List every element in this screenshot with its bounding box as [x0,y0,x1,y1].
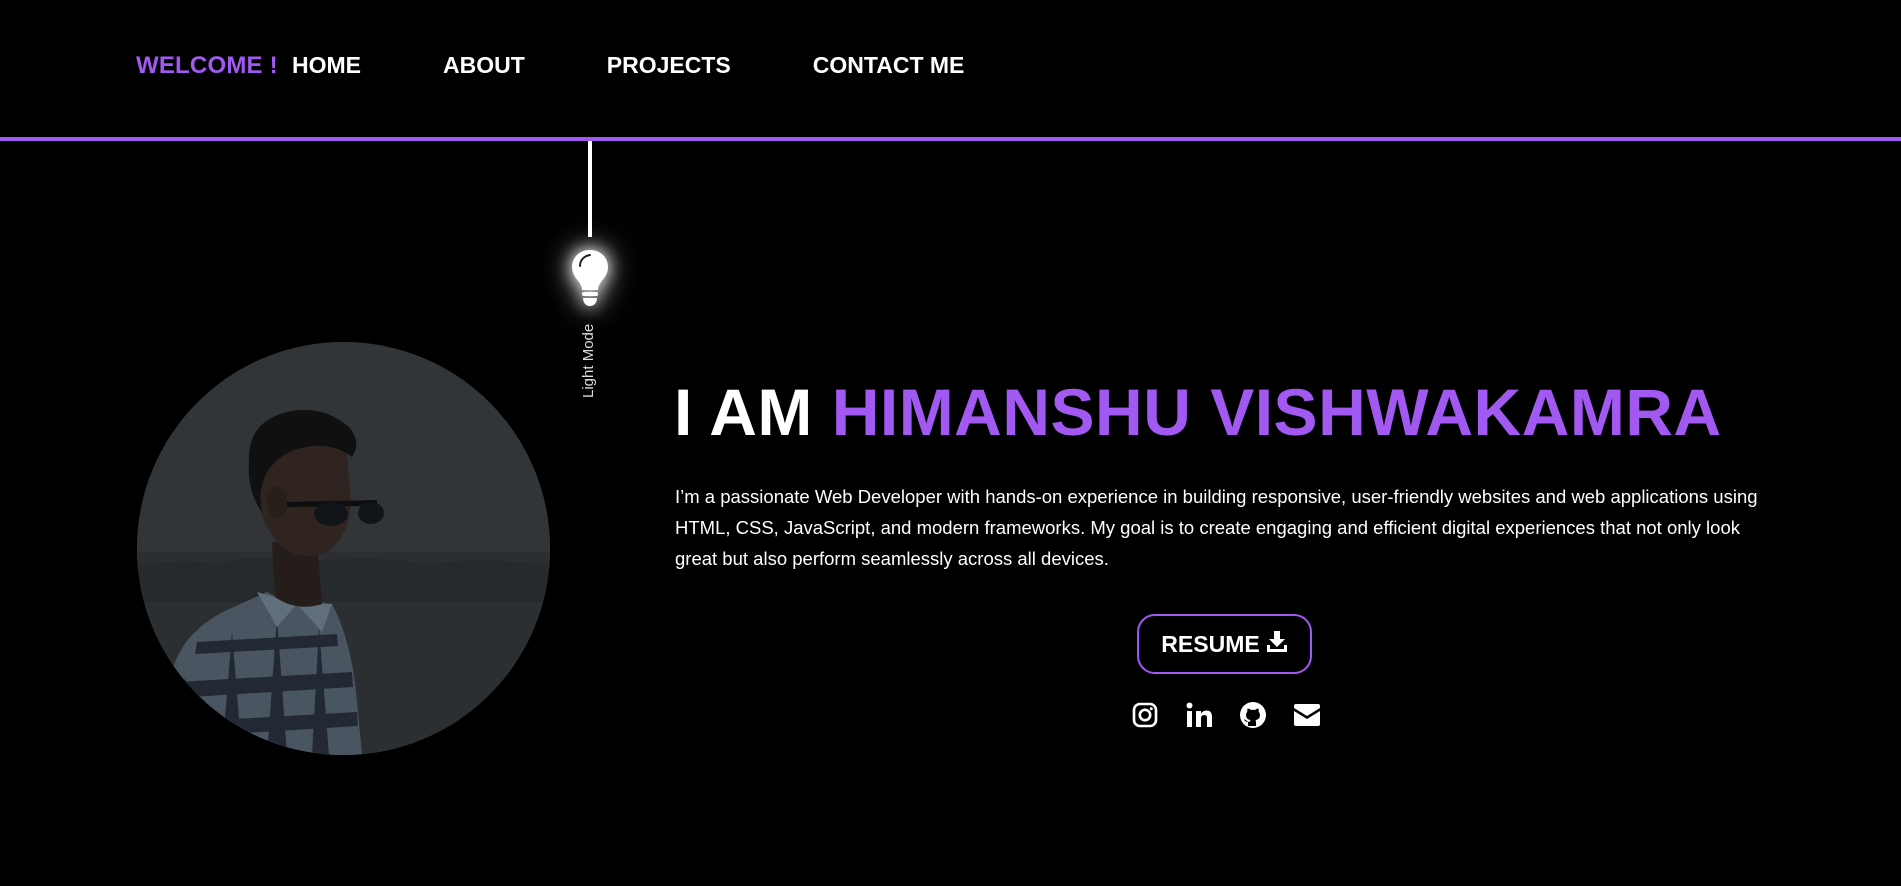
nav-links: HOME ABOUT PROJECTS CONTACT ME [292,52,964,79]
hero-title: I AM HIMANSHU VISHWAKAMRA [674,372,1722,452]
nav-link-about[interactable]: ABOUT [443,52,525,79]
hero-description: I’m a passionate Web Developer with hand… [675,486,1758,569]
navbar: WELCOME ! HOME ABOUT PROJECTS CONTACT ME [0,0,1901,139]
toggle-cord [588,141,592,237]
hero-title-prefix: I AM [674,375,832,449]
social-links [1130,700,1322,730]
profile-photo [137,342,550,755]
nav-link-home[interactable]: HOME [292,52,361,79]
nav-divider [0,137,1901,141]
instagram-icon[interactable] [1130,700,1160,730]
light-mode-label: Light Mode [580,323,597,398]
resume-download-button[interactable]: RESUME [1137,614,1312,674]
download-icon [1266,630,1288,658]
resume-label: RESUME [1161,630,1260,657]
linkedin-icon[interactable] [1184,700,1214,730]
github-icon[interactable] [1238,700,1268,730]
hero-title-name: HIMANSHU VISHWAKAMRA [831,375,1722,449]
nav-link-projects[interactable]: PROJECTS [607,52,731,79]
lightbulb-icon[interactable] [569,248,611,308]
nav-link-contact[interactable]: CONTACT ME [813,52,965,79]
brand-welcome: WELCOME ! [136,52,278,79]
envelope-icon[interactable] [1292,700,1322,730]
